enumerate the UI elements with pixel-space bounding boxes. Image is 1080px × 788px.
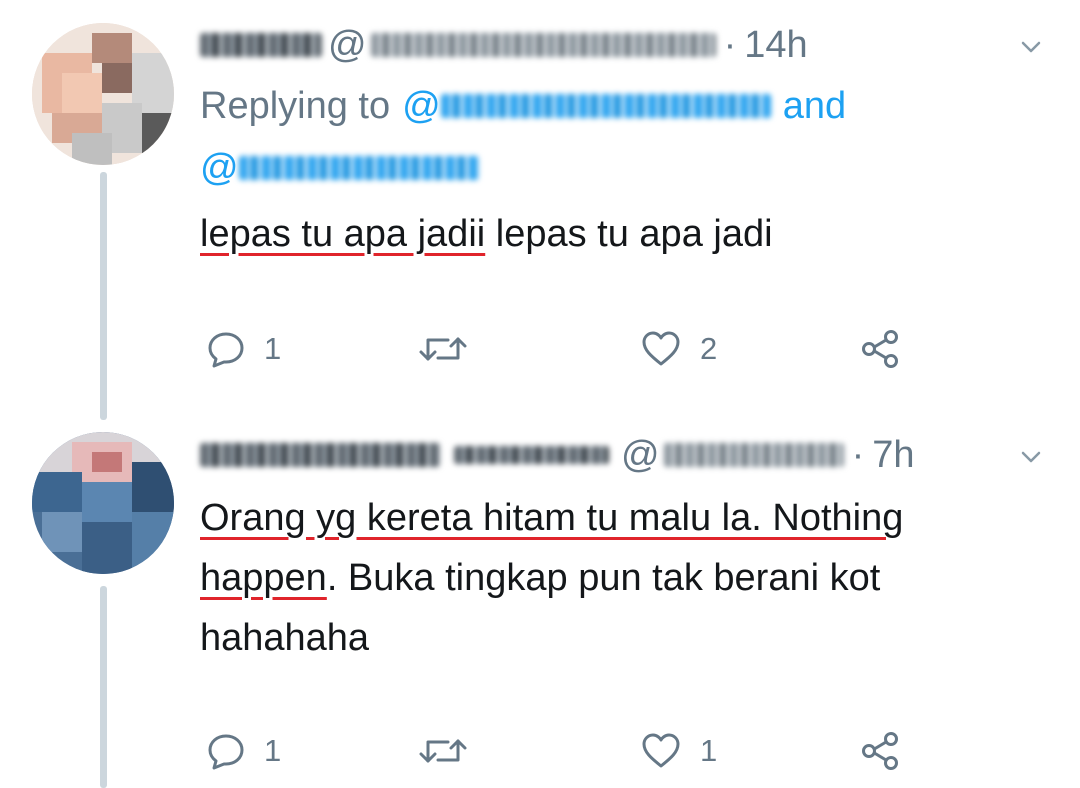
- tweet-reply-2[interactable]: @ · 7h Orang yg kereta hitam tu malu la.…: [0, 420, 1080, 788]
- thread-line: [100, 586, 107, 788]
- timestamp[interactable]: 7h: [872, 434, 914, 477]
- share-button[interactable]: [860, 324, 902, 374]
- tweet-header: @ · 7h: [200, 430, 915, 480]
- tweet-text-line: hahahaha: [200, 608, 903, 668]
- retweet-icon: [419, 337, 467, 361]
- mention-at: @: [402, 84, 441, 127]
- avatar[interactable]: [32, 23, 174, 165]
- mention-1[interactable]: [440, 94, 771, 118]
- tweet-text-line: Orang yg kereta hitam tu malu la. Nothin…: [200, 488, 903, 548]
- tweet-header: @ · 14h: [200, 20, 808, 70]
- action-bar: 1 2: [200, 324, 920, 374]
- tweet-text-segment: hahahaha: [200, 617, 370, 659]
- retweet-icon: [419, 739, 467, 763]
- like-count: 2: [700, 331, 718, 366]
- share-icon: [862, 732, 898, 770]
- mention-at: @: [200, 146, 239, 189]
- handle[interactable]: [663, 443, 844, 467]
- chevron-down-icon[interactable]: [1020, 36, 1042, 58]
- tweet-text: Orang yg kereta hitam tu malu la. Nothin…: [200, 488, 903, 668]
- retweet-button[interactable]: [418, 726, 486, 776]
- handle-prefix: @: [621, 433, 660, 476]
- like-button[interactable]: 1: [640, 726, 717, 776]
- action-bar: 1 1: [200, 726, 920, 776]
- reply-button[interactable]: 1: [206, 324, 281, 374]
- replying-to-second: @: [200, 142, 479, 194]
- timestamp[interactable]: 14h: [744, 24, 807, 67]
- chevron-down-icon[interactable]: [1020, 446, 1042, 468]
- tweet-text-segment: happen: [200, 557, 327, 599]
- handle-prefix: @: [328, 23, 367, 66]
- display-name[interactable]: [200, 33, 322, 57]
- reply-count: 1: [264, 733, 282, 768]
- tweet-reply-1[interactable]: @ · 14h Replying to @ and @ lepas tu apa…: [0, 0, 1080, 420]
- reply-count: 1: [264, 331, 282, 366]
- thread-line: [100, 172, 107, 420]
- tweet-text-segment: lepas tu apa jadii: [200, 213, 486, 255]
- share-icon: [862, 330, 898, 368]
- separator: ·: [723, 23, 737, 66]
- reply-button[interactable]: 1: [206, 726, 281, 776]
- avatar[interactable]: [32, 432, 174, 574]
- replying-conj: and: [782, 84, 847, 127]
- retweet-button[interactable]: [418, 324, 486, 374]
- heart-icon: [642, 733, 680, 768]
- tweet-text: lepas tu apa jadii lepas tu apa jadi: [200, 204, 773, 264]
- replying-label: Replying to: [200, 84, 391, 127]
- handle[interactable]: [370, 33, 716, 57]
- replying-to: Replying to @ and: [200, 80, 846, 132]
- reply-bubble-icon: [208, 734, 244, 770]
- mention-2[interactable]: [238, 156, 479, 180]
- tweet-text-segment: . Buka tingkap pun tak berani kot: [326, 557, 881, 599]
- display-name-suffix: [454, 446, 609, 464]
- share-button[interactable]: [860, 726, 902, 776]
- tweet-text-segment: Orang yg kereta hitam tu malu la. Nothin…: [200, 497, 904, 539]
- tweet-text-segment: lepas tu apa jadi: [485, 213, 773, 255]
- reply-bubble-icon: [208, 332, 244, 368]
- separator: ·: [851, 433, 865, 476]
- tweet-text-line: happen. Buka tingkap pun tak berani kot: [200, 548, 903, 608]
- like-button[interactable]: 2: [640, 324, 717, 374]
- like-count: 1: [700, 733, 718, 768]
- display-name[interactable]: [200, 443, 440, 467]
- heart-icon: [642, 331, 680, 366]
